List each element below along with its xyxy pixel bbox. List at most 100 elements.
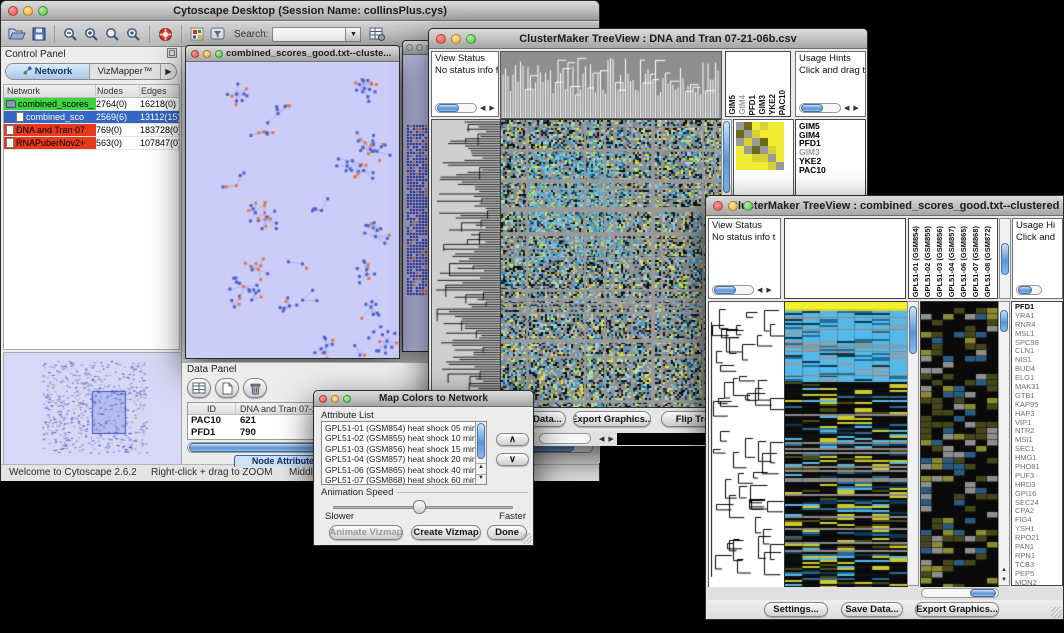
zoom-out-icon[interactable] [63,27,78,42]
close-icon[interactable] [8,6,18,16]
export-graphics-button[interactable]: Export Graphics... [915,602,999,617]
network-title-bar[interactable]: combined_scores_good.txt--cluste... [186,46,399,62]
float-panel-icon[interactable] [167,45,177,63]
zoom-window-icon[interactable] [743,201,753,211]
close-icon[interactable] [406,44,413,51]
tv2-header-vscrollbar[interactable] [999,218,1011,299]
network-tree-row[interactable]: combined_scores_ 2764(0)16218(0) [4,98,179,111]
zoom-in-icon[interactable] [84,27,99,42]
vizmapper-icon[interactable] [190,27,204,41]
minimize-icon[interactable] [331,395,339,403]
main-title-bar[interactable]: Cytoscape Desktop (Session Name: collins… [1,1,599,21]
treeview2-title-bar[interactable]: ClusterMaker TreeView : combined_scores_… [706,196,1063,216]
close-icon[interactable] [713,201,723,211]
network2-canvas[interactable] [403,55,429,351]
close-icon[interactable] [319,395,327,403]
attribute-list-vscrollbar[interactable]: ▲ ▼ [475,422,486,484]
network-canvas[interactable] [186,62,399,358]
minimize-icon[interactable] [416,44,423,51]
network-tree-row[interactable]: RNAPuberNov2+ 563(0)107847(0) [4,137,179,150]
scroll-up-arrow[interactable]: ▲ [999,567,1009,573]
table-panel-icon[interactable] [187,378,211,398]
attribute-list-item[interactable]: GPL51-01 (GSM854) heat shock 05 min [325,423,473,433]
trash-icon[interactable] [243,378,267,398]
view-status-hscrollbar[interactable] [712,285,754,295]
save-data-button[interactable]: Save Data... [841,602,903,617]
tv2-zoom-heatmap[interactable] [920,301,999,588]
scroll-arrows[interactable]: ◀ ▶ [844,104,860,112]
usage-hints-hscrollbar[interactable] [1016,285,1042,295]
tv1-bottom-hscrollbar[interactable] [539,433,591,444]
data-column-id[interactable]: ID [188,403,236,414]
attribute-list-item[interactable]: GPL51-04 (GSM857) heat shock 20 min [325,454,473,464]
network2-title-bar[interactable] [403,41,429,55]
attribute-list-item[interactable]: GPL51-06 (GSM865) heat shock 40 min [325,465,473,475]
move-up-button[interactable]: ∧ [496,433,529,446]
settings-button[interactable]: Settings... [764,602,828,617]
tv1-row-dendrogram[interactable] [431,119,501,408]
scroll-down-arrow[interactable]: ▼ [476,474,486,484]
attribute-list-item[interactable]: GPL51-07 (GSM868) heat shock 60 min [325,475,473,485]
tv2-column-dendrogram[interactable] [784,218,906,299]
close-icon[interactable] [436,34,446,44]
resize-grip[interactable] [1051,607,1062,618]
column-header-edges[interactable]: Edges [140,85,179,97]
open-session-icon[interactable] [8,27,26,41]
zoom-window-icon[interactable] [343,395,351,403]
tv2-row-dendrogram[interactable] [708,301,785,588]
usage-hints-hscrollbar[interactable] [799,103,841,113]
zoom-window-icon[interactable] [38,6,48,16]
treeview1-title-bar[interactable]: ClusterMaker TreeView : DNA and Tran 07-… [429,29,867,49]
minimize-icon[interactable] [203,50,211,58]
dialog-title-bar[interactable]: Map Colors to Network [314,391,533,407]
attribute-list[interactable]: GPL51-01 (GSM854) heat shock 05 minGPL51… [321,421,487,485]
tv2-bottom-scroll-pill[interactable] [970,589,996,597]
data-cell-id[interactable]: PFD1 [188,427,236,439]
tab-vizmapper[interactable]: VizMapper™ [90,64,161,79]
speed-slider-thumb[interactable] [413,500,426,514]
tv1-column-dendrogram[interactable] [500,51,722,119]
view-status-hscrollbar[interactable] [435,103,477,113]
search-dropdown-button[interactable]: ▼ [346,27,361,42]
tab-network[interactable]: Network [6,64,90,79]
zoom-window-icon[interactable] [466,34,476,44]
attribute-browser-icon[interactable] [369,27,385,41]
scroll-arrows[interactable]: ◀ ▶ [757,286,773,294]
tab-overflow-button[interactable]: ▶ [161,64,176,79]
tv2-row-labels-panel[interactable]: PFD1YRA1RNR4MSL1SPC98CLN1NIS1BUD4ELG1MAK… [1011,301,1063,586]
export-graphics-button[interactable]: Export Graphics... [573,411,651,427]
data-cell-id[interactable]: PAC10 [188,415,236,427]
close-icon[interactable] [191,50,199,58]
tv2-global-vscrollbar[interactable] [907,301,919,586]
network-tree-row-selected[interactable]: combined_sco 2569(6)13112(15) [4,111,179,124]
column-header-network[interactable]: Network [4,85,96,97]
tv2-column-labels-panel[interactable]: GPL51-01 (GSM854)GPL51-02 (GSM855)GPL51-… [908,218,998,299]
animate-vizmap-button[interactable]: Animate Vizmap [329,525,403,540]
search-input[interactable] [272,27,346,42]
resize-grip[interactable] [521,533,532,544]
network-tree-row[interactable]: DNA and Tran 07 769(0)183728(0) [4,124,179,137]
minimize-icon[interactable] [451,34,461,44]
tv2-global-heatmap[interactable] [784,301,908,588]
attribute-list-item[interactable]: GPL51-02 (GSM855) heat shock 10 min [325,433,473,443]
minimize-icon[interactable] [728,201,738,211]
zoom-window-icon[interactable] [215,50,223,58]
create-vizmap-button[interactable]: Create Vizmap [411,525,481,540]
tv2-zoom-vscrollbar[interactable]: ▲ ▼ [998,301,1010,586]
scroll-down-arrow[interactable]: ▼ [999,577,1009,583]
tv1-heatmap[interactable] [500,119,722,408]
filter-icon[interactable] [210,27,225,41]
zoom-fit-icon[interactable] [105,27,120,42]
save-session-icon[interactable] [32,27,46,41]
tv1-column-labels-panel[interactable]: GIM5GIM4PFD1GIM3YKE2PAC10 [725,51,791,117]
minimize-icon[interactable] [23,6,33,16]
new-attribute-icon[interactable] [215,378,239,398]
birdseye-view[interactable] [3,352,182,466]
scroll-arrows[interactable]: ◀ ▶ [480,104,496,112]
help-ring-icon[interactable] [158,27,173,42]
attribute-list-item[interactable]: GPL51-03 (GSM856) heat shock 15 min [325,444,473,454]
move-down-button[interactable]: ∨ [496,453,529,466]
scroll-arrows[interactable]: ◀ ▶ [599,435,615,443]
column-header-nodes[interactable]: Nodes [96,85,140,97]
scroll-up-arrow[interactable]: ▲ [476,463,486,473]
